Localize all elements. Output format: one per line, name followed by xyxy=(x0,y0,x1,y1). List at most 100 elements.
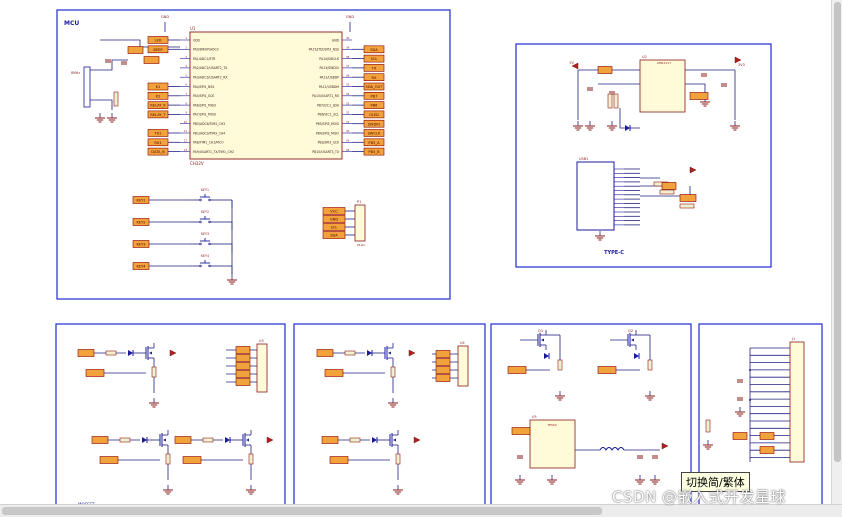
net-label-text: RELAY_T xyxy=(150,113,166,117)
mcu-right-net-label: PB7 xyxy=(363,92,385,100)
drive2-connector-body xyxy=(457,345,469,387)
pin-number: 40 xyxy=(346,36,350,40)
mcu-left-pin: PB1/ADC9/TIM3_CH4 xyxy=(193,131,225,135)
mosfet-icon xyxy=(393,438,396,442)
resistor xyxy=(395,453,401,465)
net-label-text: TX xyxy=(371,67,377,71)
pin-number: 31 xyxy=(346,120,350,124)
net-label-box xyxy=(435,366,451,374)
resistor xyxy=(613,93,619,109)
usb-net-label xyxy=(679,194,697,202)
button-label: KEY1 xyxy=(201,188,209,192)
drive-net-label xyxy=(329,456,349,464)
resistor xyxy=(647,359,653,371)
button-label: KEY2 xyxy=(201,210,209,214)
conn-net-label xyxy=(759,432,775,440)
pin-number: 28 xyxy=(346,148,350,152)
mcu-right-pin: PA13/SWDIO xyxy=(319,66,339,70)
mcu-left-pin: PA1/ADC1/ETR xyxy=(193,57,216,61)
drive2-net-label xyxy=(435,366,451,374)
mosfet-icon xyxy=(388,351,391,355)
mcu-right-net-label: OLED xyxy=(363,110,385,119)
diode-icon xyxy=(142,437,147,443)
header-ref: P1 xyxy=(357,200,361,204)
pin-number: 12 xyxy=(184,139,188,143)
pin-number: 30 xyxy=(346,129,350,133)
button-net-label: KEY1 xyxy=(132,196,150,204)
button-label: KEY3 xyxy=(201,232,209,236)
power-flag-icon xyxy=(413,436,421,444)
drive1-net-label xyxy=(235,346,251,354)
net-label-box xyxy=(511,427,531,435)
resistor xyxy=(659,189,675,195)
mcu-left-net-label: RELAY_T xyxy=(147,110,169,119)
net-label-box xyxy=(99,456,119,464)
drive1-net-label xyxy=(235,378,251,386)
net-label-box xyxy=(235,378,251,386)
resistor xyxy=(202,437,214,443)
drive2-connector-ref: U4 xyxy=(460,341,465,345)
net-label-box xyxy=(85,369,105,377)
horizontal-scroll-thumb[interactable] xyxy=(2,507,602,515)
mosfet-icon xyxy=(163,438,166,442)
resistor xyxy=(607,93,613,109)
power-flag-icon xyxy=(661,442,669,450)
diode-icon xyxy=(544,353,549,359)
drive-net-label xyxy=(324,369,344,377)
mcu-right-net-label: TX xyxy=(363,64,385,72)
net-label-box xyxy=(324,369,344,377)
mcu-right-pin: PB5/SPI3_MOSI xyxy=(316,122,339,126)
net-label-box xyxy=(321,436,339,444)
mcu-chip-ref: U1 xyxy=(190,26,196,31)
crystal-body xyxy=(83,66,91,108)
net-label-text: DATA_B xyxy=(151,150,165,154)
mcu-power-label: GND xyxy=(346,15,354,19)
pin-number: 38 xyxy=(346,55,350,59)
pin-number: 13 xyxy=(184,148,188,152)
power-flag-icon xyxy=(408,349,416,357)
wire xyxy=(90,99,113,110)
mosfet-icon xyxy=(149,351,152,355)
usb-net-label xyxy=(661,182,677,190)
mcu-chip-name: CH32V xyxy=(190,161,204,166)
net-label-text: SWDIO xyxy=(368,122,381,126)
resistor xyxy=(344,350,356,356)
crystal-label: 8MHz xyxy=(71,71,80,75)
net-label-text: SDA xyxy=(370,48,378,52)
net-label-box xyxy=(435,374,451,382)
diode-icon xyxy=(367,350,372,356)
drive-net-label xyxy=(174,436,192,444)
net-label-text: RX xyxy=(372,76,377,80)
header-net-label: VCC xyxy=(322,207,346,215)
header-net-label: SCL xyxy=(322,223,346,231)
mcu-right-pin: PA14/SWCLK xyxy=(319,57,340,61)
net-label-text: SDA xyxy=(330,234,338,238)
conn-ref: J1 xyxy=(791,337,795,341)
dcdc-mosfet-label: Q1 xyxy=(538,329,543,333)
resistor xyxy=(105,350,117,356)
pin-number: 4 xyxy=(185,64,187,68)
vertical-scroll-thumb[interactable] xyxy=(834,2,841,462)
net-label-text: K2 xyxy=(156,94,161,98)
dcdc-ic-name: TPS54 xyxy=(546,423,556,427)
mcu-right-pin: PB4/SPI3_MISO xyxy=(316,131,340,135)
resistor xyxy=(165,453,171,465)
pin-number: 35 xyxy=(346,83,350,87)
net-label-text: BEEP xyxy=(153,48,163,52)
mcu-right-pin: PB7/I2C1_SDA xyxy=(317,103,340,107)
power-flag-icon xyxy=(689,166,697,174)
drive-net-label xyxy=(85,369,105,377)
vertical-scrollbar[interactable] xyxy=(831,0,842,517)
mcu-right-pin: PB3/SPI3_SCK xyxy=(318,141,340,145)
header-net-label: SDA xyxy=(322,231,346,239)
net-label-box xyxy=(235,346,251,354)
mcu-frame-title: MCU xyxy=(64,20,79,27)
resistor xyxy=(390,366,396,378)
net-label-text: RELAY_K xyxy=(150,104,166,108)
ldo-body xyxy=(639,59,686,113)
pin-number: 10 xyxy=(184,120,188,124)
mcu-net-label xyxy=(143,56,160,64)
pin-number: 11 xyxy=(184,129,188,133)
mcu-left-net-label: RX1 xyxy=(147,138,169,147)
net-label-text: KEY1 xyxy=(136,199,145,203)
